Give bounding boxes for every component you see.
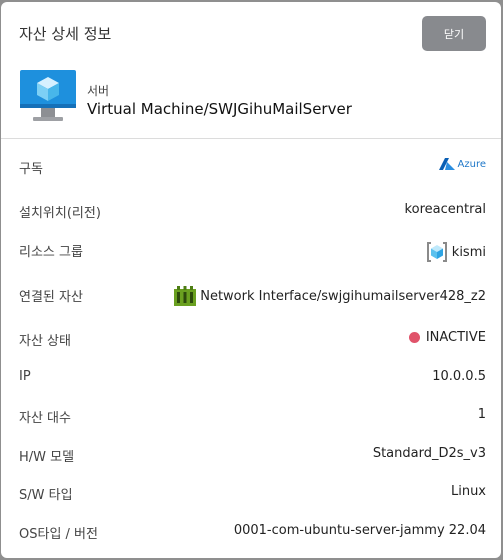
location-label: 설치위치(리전): [19, 206, 101, 221]
detail-row-subscription: 구독 Azure: [1, 153, 501, 179]
subscription-value: Azure: [438, 158, 486, 170]
status-dot-icon: [408, 332, 420, 343]
sw-type-value: Linux: [450, 484, 486, 499]
modal-header: 자산 상세 정보 닫기: [1, 2, 501, 60]
status-value: INACTIVE: [408, 330, 486, 345]
ip-value: 10.0.0.5: [432, 369, 486, 384]
os-version-label: OS타입 / 버전: [19, 527, 98, 542]
detail-row-hw-model: H/W 모델 Standard_D2s_v3: [1, 441, 501, 467]
sw-type-label: S/W 타입: [19, 488, 73, 503]
resource-group-icon: [426, 242, 447, 262]
detail-row-location: 설치위치(리전) koreacentral: [1, 197, 501, 223]
status-label: 자산 상태: [19, 334, 71, 349]
count-value: 1: [477, 407, 486, 422]
network-interface-icon: [174, 286, 197, 306]
azure-logo: Azure: [438, 158, 486, 170]
detail-row-os-version: OS타입 / 버전 0001-com-ubuntu-server-jammy 2…: [1, 518, 501, 544]
detail-row-status: 자산 상태 INACTIVE: [1, 325, 501, 351]
virtual-machine-icon: [20, 70, 76, 121]
location-value: koreacentral: [404, 202, 486, 217]
linked-asset-value: Network Interface/swjgihumailserver428_z…: [174, 286, 486, 306]
subscription-label: 구독: [19, 162, 43, 177]
resource-group-label: 리소스 그룹: [19, 245, 83, 260]
modal-title: 자산 상세 정보: [19, 25, 112, 43]
detail-row-ip: IP 10.0.0.5: [1, 364, 501, 390]
close-button[interactable]: 닫기: [422, 16, 486, 51]
ip-label: IP: [19, 369, 31, 384]
asset-type-label: 서버: [87, 84, 110, 98]
hw-model-value: Standard_D2s_v3: [372, 446, 486, 461]
azure-mark-icon: [438, 158, 455, 170]
hw-model-label: H/W 모델: [19, 450, 75, 465]
resource-group-text: kismi: [451, 244, 486, 260]
status-text: INACTIVE: [425, 330, 486, 345]
count-label: 자산 대수: [19, 411, 71, 426]
os-version-value: 0001-com-ubuntu-server-jammy 22.04: [233, 523, 486, 538]
azure-text: Azure: [457, 158, 486, 170]
asset-name: Virtual Machine/SWJGihuMailServer: [87, 100, 352, 118]
detail-row-resource-group: 리소스 그룹 kismi: [1, 236, 501, 262]
detail-row-sw-type: S/W 타입 Linux: [1, 479, 501, 505]
linked-asset-label: 연결된 자산: [19, 290, 83, 305]
detail-row-count: 자산 대수 1: [1, 402, 501, 428]
asset-detail-modal: 자산 상세 정보 닫기 서버 Virtual Machine/SWJGihuMa…: [1, 2, 501, 558]
detail-row-linked-asset: 연결된 자산 Network Interface/swjgihumailserv…: [1, 281, 501, 307]
asset-summary: 서버 Virtual Machine/SWJGihuMailServer: [1, 60, 501, 139]
resource-group-value: kismi: [426, 241, 486, 263]
linked-asset-text[interactable]: Network Interface/swjgihumailserver428_z…: [200, 289, 486, 304]
